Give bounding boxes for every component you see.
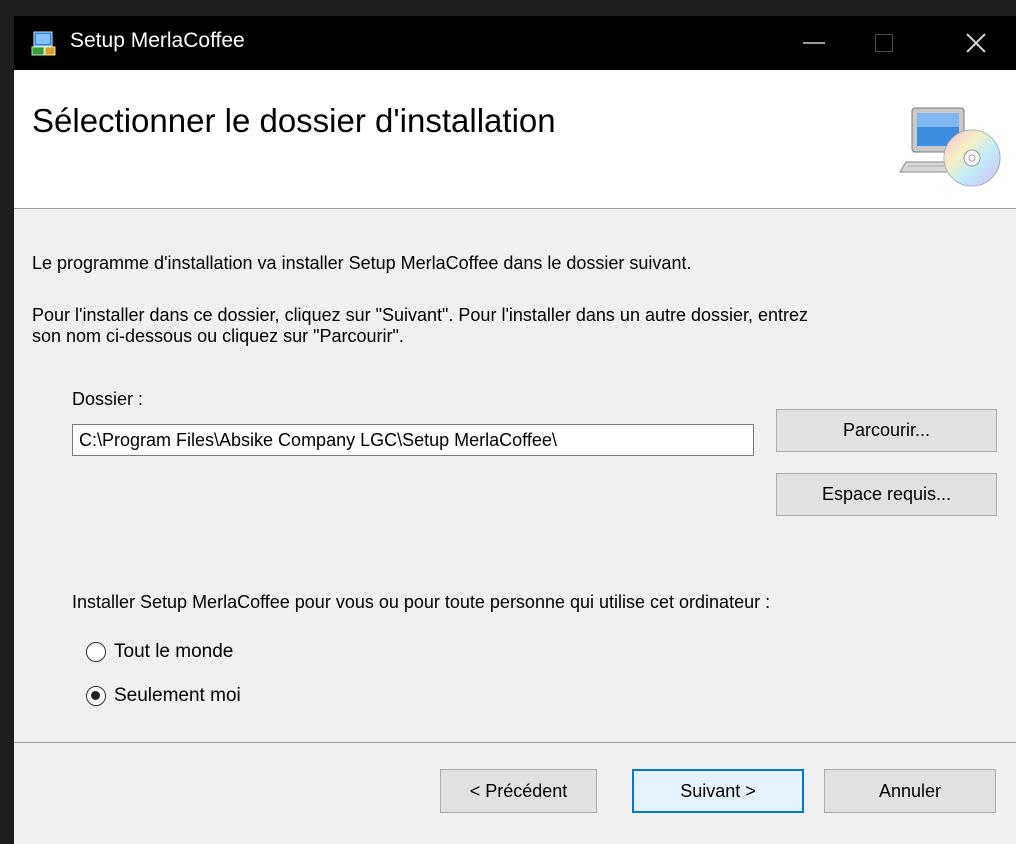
close-icon — [966, 33, 986, 53]
folder-path-input[interactable] — [72, 424, 754, 456]
dialog-header: Sélectionner le dossier d'installation — [14, 70, 1016, 209]
title-bar: Setup MerlaCoffee — [14, 16, 1016, 70]
next-button[interactable]: Suivant > — [632, 769, 804, 813]
instructions-text: Pour l'installer dans ce dossier, clique… — [32, 305, 992, 347]
radio-everyone-circle[interactable] — [86, 642, 106, 662]
setup-dialog: Setup MerlaCoffee Sélectionner le dossie… — [14, 16, 1016, 844]
disk-space-button[interactable]: Espace requis... — [776, 473, 997, 516]
install-for-question: Installer Setup MerlaCoffee pour vous ou… — [72, 592, 771, 612]
radio-everyone[interactable]: Tout le monde — [86, 641, 233, 663]
maximize-icon — [875, 34, 893, 52]
close-button[interactable] — [944, 16, 1008, 70]
minimize-button[interactable] — [782, 16, 846, 70]
cancel-button[interactable]: Annuler — [824, 769, 996, 813]
previous-button[interactable]: < Précédent — [440, 769, 597, 813]
maximize-button[interactable] — [852, 16, 916, 70]
minimize-icon — [803, 42, 825, 44]
folder-label: Dossier : — [72, 389, 144, 409]
instructions-line-1: Pour l'installer dans ce dossier, clique… — [32, 305, 809, 325]
computer-cd-icon — [898, 100, 1008, 196]
intro-text: Le programme d'installation va installer… — [32, 253, 692, 273]
window-title: Setup MerlaCoffee — [70, 29, 245, 52]
browse-button[interactable]: Parcourir... — [776, 409, 997, 452]
installer-icon — [30, 29, 58, 57]
page-title: Sélectionner le dossier d'installation — [32, 102, 556, 139]
radio-everyone-label: Tout le monde — [114, 641, 234, 662]
radio-only-me[interactable]: Seulement moi — [86, 685, 241, 707]
radio-only-me-label: Seulement moi — [114, 685, 241, 706]
footer-separator — [14, 742, 1016, 743]
instructions-line-2: son nom ci-dessous ou cliquez sur "Parco… — [32, 326, 404, 346]
radio-only-me-circle[interactable] — [86, 686, 106, 706]
